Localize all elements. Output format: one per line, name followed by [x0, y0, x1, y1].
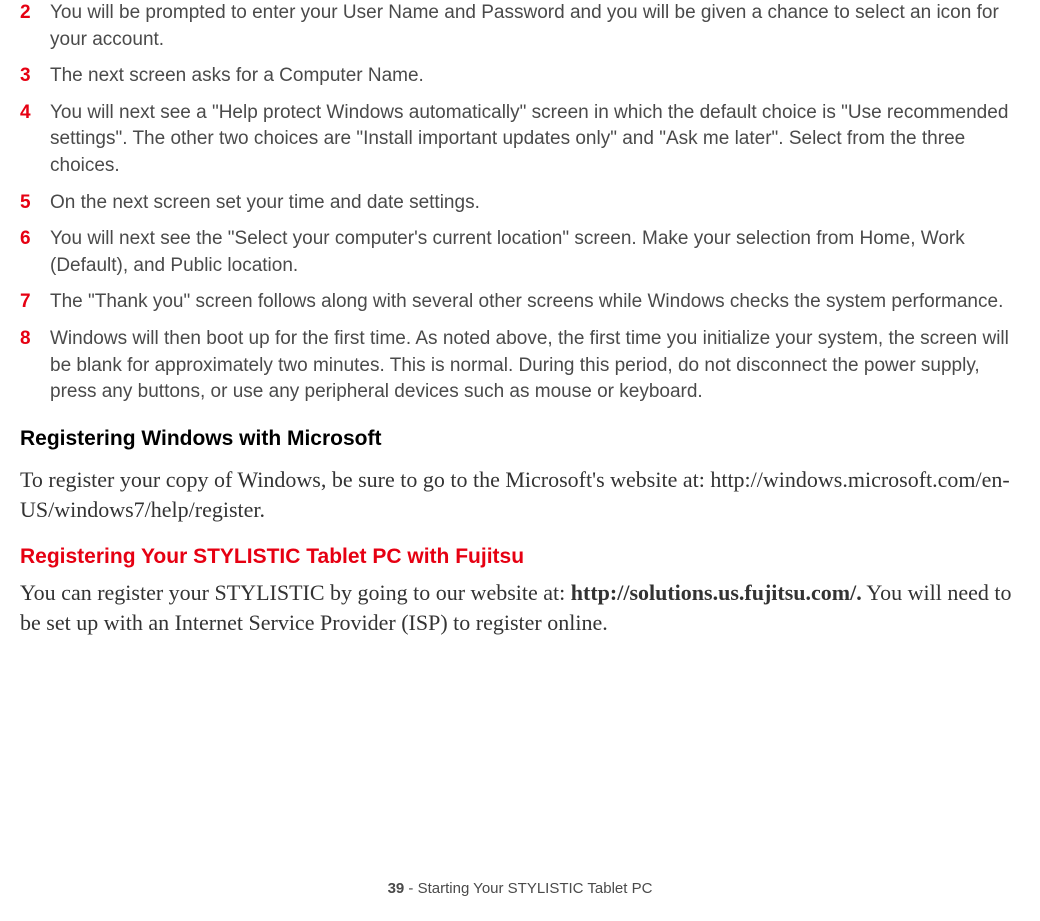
heading-registering-windows: Registering Windows with Microsoft: [20, 424, 1020, 453]
step-item: 7 The "Thank you" screen follows along w…: [20, 289, 1020, 316]
body-registering-windows: To register your copy of Windows, be sur…: [20, 465, 1020, 524]
step-number: 4: [20, 100, 50, 127]
heading-registering-fujitsu: Registering Your STYLISTIC Tablet PC wit…: [20, 542, 1020, 571]
step-number: 3: [20, 63, 50, 90]
step-number: 7: [20, 289, 50, 316]
step-number: 2: [20, 0, 50, 27]
step-item: 6 You will next see the "Select your com…: [20, 226, 1020, 279]
footer-title: Starting Your STYLISTIC Tablet PC: [418, 880, 653, 897]
step-number: 5: [20, 190, 50, 217]
footer-sep: -: [404, 880, 417, 897]
step-item: 4 You will next see a "Help protect Wind…: [20, 100, 1020, 180]
step-item: 2 You will be prompted to enter your Use…: [20, 0, 1020, 53]
step-item: 3 The next screen asks for a Computer Na…: [20, 63, 1020, 90]
step-text: The next screen asks for a Computer Name…: [50, 63, 1020, 90]
step-text: You will next see the "Select your compu…: [50, 226, 1020, 279]
step-text: The "Thank you" screen follows along wit…: [50, 289, 1020, 316]
step-number: 6: [20, 226, 50, 253]
step-text: You will next see a "Help protect Window…: [50, 100, 1020, 180]
step-text: You will be prompted to enter your User …: [50, 0, 1020, 53]
step-text: Windows will then boot up for the first …: [50, 326, 1020, 406]
page-content: 2 You will be prompted to enter your Use…: [0, 0, 1040, 637]
page-footer: 39 - Starting Your STYLISTIC Tablet PC: [0, 878, 1040, 899]
page-number: 39: [388, 880, 405, 897]
step-item: 5 On the next screen set your time and d…: [20, 190, 1020, 217]
step-text: On the next screen set your time and dat…: [50, 190, 1020, 217]
body-registering-fujitsu: You can register your STYLISTIC by going…: [20, 578, 1020, 637]
body-bold-url: http://solutions.us.fujitsu.com/.: [571, 580, 862, 605]
body-pre: You can register your STYLISTIC by going…: [20, 580, 571, 605]
step-number: 8: [20, 326, 50, 353]
step-item: 8 Windows will then boot up for the firs…: [20, 326, 1020, 406]
